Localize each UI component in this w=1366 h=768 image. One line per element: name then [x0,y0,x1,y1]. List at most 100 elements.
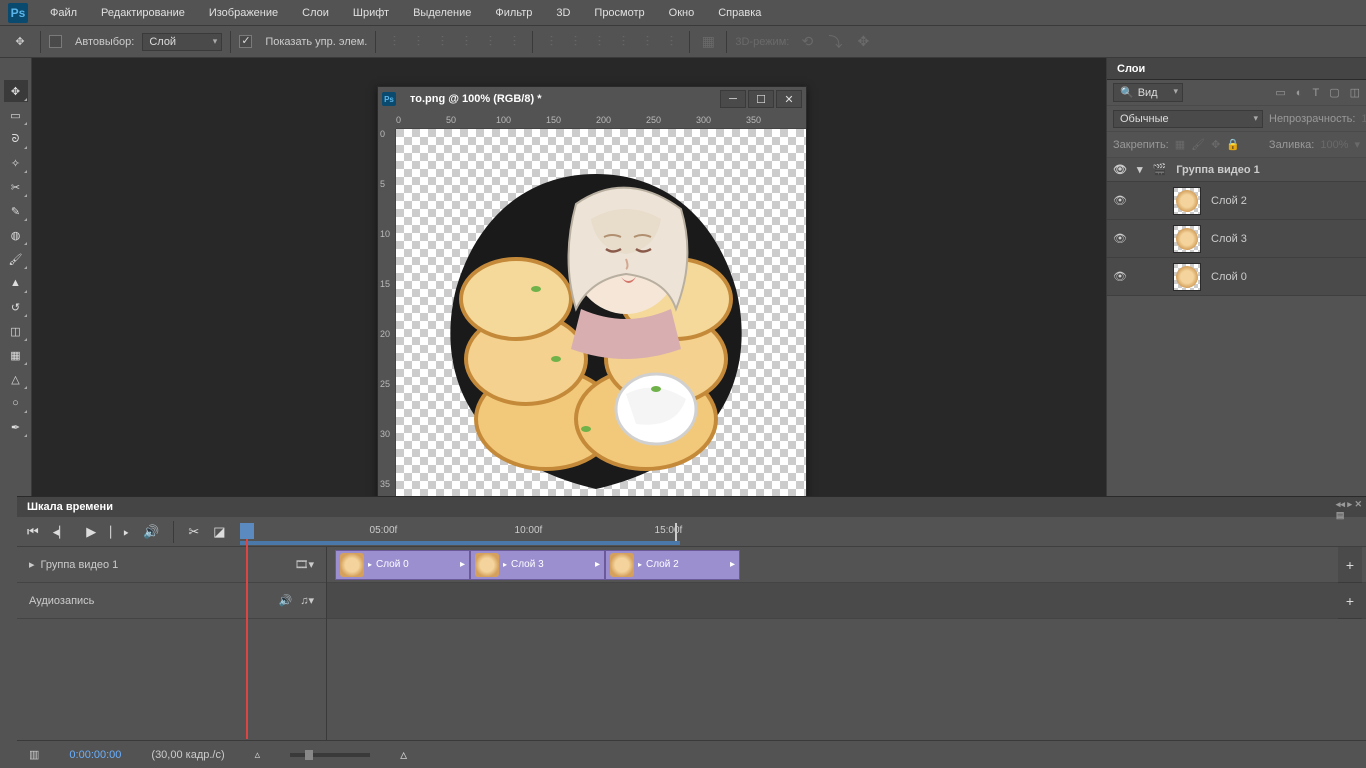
film-icon[interactable]: 🎞▾ [295,558,315,571]
menu-help[interactable]: Справка [706,1,773,25]
next-frame-button[interactable]: ⎸▸ [110,524,129,540]
timeline-tracks[interactable]: ▸Слой 0 ▸ ▸Слой 3 ▸ ▸Слой 2 ▸ [327,547,1366,740]
filter-adjust-icon[interactable]: ◐ [1296,87,1303,99]
audio-track-header[interactable]: Аудиозапись 🔊 ♫▾ [17,583,326,619]
roll-3d-icon[interactable]: ⤵ [825,33,845,51]
layer-row[interactable]: 👁 Слой 2 [1107,182,1366,220]
opacity-value[interactable]: 100% [1361,113,1366,125]
align-right-icon[interactable]: ⫶ [504,33,524,51]
note-icon[interactable]: ♫▾ [300,594,314,607]
healing-tool[interactable]: ◍ [4,224,28,246]
eraser-tool[interactable]: ◫ [4,320,28,342]
layers-tab[interactable]: Слои [1107,58,1366,80]
dist-left-icon[interactable]: ⫶ [613,33,633,51]
zoom-out-icon[interactable]: ▵ [255,748,261,761]
visibility-icon[interactable]: 👁 [1113,163,1127,176]
document-canvas[interactable] [396,129,806,502]
menu-filter[interactable]: Фильтр [483,1,544,25]
zoom-in-icon[interactable]: ▵ [400,746,407,763]
move-tool[interactable]: ✥ [4,80,28,102]
lock-pixels-icon[interactable]: ▦ [1175,138,1185,151]
document-window[interactable]: Ps то.png @ 100% (RGB/8) * ─ ☐ ✕ 0 50 10… [377,86,807,503]
frame-mode-icon[interactable]: ▥ [29,748,39,761]
layer-thumbnail[interactable] [1173,225,1201,253]
expand-icon[interactable]: ▸ [29,558,35,571]
filter-shape-icon[interactable]: ▢ [1329,86,1339,99]
collapse-icon[interactable]: ▾ [1137,163,1143,176]
layer-name[interactable]: Слой 0 [1211,271,1247,283]
maximize-button[interactable]: ☐ [748,90,774,108]
layer-thumbnail[interactable] [1173,263,1201,291]
menu-layers[interactable]: Слои [290,1,341,25]
audio-icon[interactable]: 🔊 [279,594,293,607]
play-button[interactable]: ▶ [86,524,96,540]
clip[interactable]: ▸Слой 2 ▸ [605,550,740,580]
visibility-icon[interactable]: 👁 [1113,270,1127,283]
clip[interactable]: ▸Слой 3 ▸ [470,550,605,580]
dist-bottom-icon[interactable]: ⫶ [589,33,609,51]
filter-type-icon[interactable]: T [1312,87,1319,99]
blend-mode-dropdown[interactable]: Обычные [1113,110,1263,128]
add-audio-track-button[interactable]: + [1338,583,1362,619]
layer-filter-dropdown[interactable]: 🔍Вид [1113,83,1183,102]
pan-3d-icon[interactable]: ✥ [853,33,873,51]
lasso-tool[interactable]: ᘐ [4,128,28,150]
align-left-icon[interactable]: ⫶ [456,33,476,51]
menu-select[interactable]: Выделение [401,1,483,25]
dist-right-icon[interactable]: ⫶ [661,33,681,51]
split-clip-button[interactable]: ✂ [188,524,199,540]
transition-button[interactable]: ◪ [213,524,225,540]
lock-paint-icon[interactable]: 🖌 [1191,138,1205,151]
orbit-3d-icon[interactable]: ⟲ [797,33,817,51]
layer-thumbnail[interactable] [1173,187,1201,215]
layer-row[interactable]: 👁 Слой 0 [1107,258,1366,296]
eyedropper-tool[interactable]: ✎ [4,200,28,222]
autoselect-checkbox[interactable] [49,35,62,48]
menu-view[interactable]: Просмотр [582,1,656,25]
align-top-icon[interactable]: ⫶ [384,33,404,51]
fill-value[interactable]: 100% [1320,139,1348,151]
zoom-slider[interactable] [290,753,370,757]
lock-all-icon[interactable]: 🔒 [1226,138,1240,151]
mute-button[interactable]: 🔊 [143,524,159,540]
menu-type[interactable]: Шрифт [341,1,401,25]
dodge-tool[interactable]: ○ [4,392,28,414]
visibility-icon[interactable]: 👁 [1113,194,1127,207]
menu-window[interactable]: Окно [657,1,707,25]
clip[interactable]: ▸Слой 0 ▸ [335,550,470,580]
menu-edit[interactable]: Редактирование [89,1,197,25]
layer-name[interactable]: Слой 3 [1211,233,1247,245]
dist-hcenter-icon[interactable]: ⫶ [637,33,657,51]
gradient-tool[interactable]: ▦ [4,344,28,366]
layer-row[interactable]: 👁 Слой 3 [1107,220,1366,258]
stamp-tool[interactable]: ▲ [4,272,28,294]
lock-position-icon[interactable]: ✥ [1211,138,1220,151]
dist-top-icon[interactable]: ⫶ [541,33,561,51]
layer-group-row[interactable]: 👁 ▾ 🎬 Группа видео 1 [1107,158,1366,182]
ruler-vertical[interactable]: 0 5 10 15 20 25 30 35 [378,129,396,502]
pen-tool[interactable]: ✒ [4,416,28,438]
auto-align-icon[interactable]: ▦ [698,33,718,51]
ruler-horizontal[interactable]: 0 50 100 150 200 250 300 350 [396,111,806,129]
layer-name[interactable]: Слой 2 [1211,195,1247,207]
show-transform-checkbox[interactable] [239,35,252,48]
align-hcenter-icon[interactable]: ⫶ [480,33,500,51]
visibility-icon[interactable]: 👁 [1113,232,1127,245]
dist-vcenter-icon[interactable]: ⫶ [565,33,585,51]
menu-3d[interactable]: 3D [544,1,582,25]
timecode-display[interactable]: 0:00:00:00 [69,749,121,761]
magic-wand-tool[interactable]: ✧ [4,152,28,174]
video-track-header[interactable]: ▸ Группа видео 1 🎞▾ [17,547,326,583]
blur-tool[interactable]: △ [4,368,28,390]
filter-pixel-icon[interactable]: ▭ [1275,86,1285,99]
history-brush-tool[interactable]: ↺ [4,296,28,318]
work-area-end[interactable] [675,523,677,541]
align-vcenter-icon[interactable]: ⫶ [408,33,428,51]
crop-tool[interactable]: ✂ [4,176,28,198]
prev-frame-button[interactable]: ◂⎸ [53,524,73,540]
marquee-tool[interactable]: ▭ [4,104,28,126]
playhead[interactable] [240,523,254,539]
timeline-tab[interactable]: Шкала времени ◂◂ ▸ ✕▤ [17,497,1366,517]
close-button[interactable]: ✕ [776,90,802,108]
add-video-track-button[interactable]: + [1338,547,1362,583]
